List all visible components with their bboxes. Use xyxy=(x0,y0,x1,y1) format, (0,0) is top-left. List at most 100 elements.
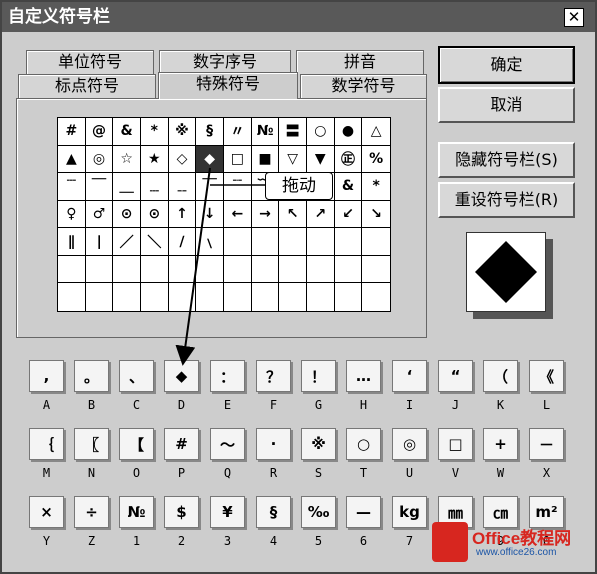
symbol-key-s[interactable]: ※ xyxy=(301,428,336,460)
symbol-cell[interactable]: ↗ xyxy=(306,200,335,229)
symbol-cell[interactable]: ㊣ xyxy=(334,145,363,174)
symbol-cell[interactable]: ∣ xyxy=(85,228,114,256)
symbol-cell[interactable] xyxy=(140,255,169,284)
symbol-cell[interactable]: ﹍ xyxy=(140,173,169,201)
symbol-key-g[interactable]: ！ xyxy=(301,360,336,392)
symbol-cell[interactable] xyxy=(334,228,363,256)
symbol-key-r[interactable]: · xyxy=(256,428,291,460)
symbol-cell[interactable]: ◇ xyxy=(168,145,197,174)
symbol-cell[interactable]: ﹉ xyxy=(58,173,86,201)
symbol-cell[interactable]: ↙ xyxy=(334,200,363,229)
symbol-key-1[interactable]: № xyxy=(119,496,154,528)
tab-numeric-ordinals[interactable]: 数字序号 xyxy=(159,50,291,74)
symbol-cell[interactable] xyxy=(335,283,363,311)
symbol-cell[interactable] xyxy=(196,283,224,311)
symbol-cell[interactable]: № xyxy=(251,118,280,146)
symbol-cell[interactable] xyxy=(223,228,252,256)
symbol-cell[interactable]: § xyxy=(196,118,224,146)
symbol-grid[interactable]: #@&*※§〃№〓○●△▲◎☆★◇◆□■▽▼㊣%﹉￣＿﹍﹎￣﹊﹋﹌﹏&*♀♂⊙⊙… xyxy=(57,117,391,312)
symbol-cell[interactable] xyxy=(306,255,335,284)
hide-symbol-bar-button[interactable]: 隐藏符号栏(S) xyxy=(438,142,575,178)
symbol-key-i[interactable]: ‘ xyxy=(392,360,427,392)
symbol-cell[interactable] xyxy=(224,283,252,311)
symbol-cell[interactable] xyxy=(334,255,363,284)
symbol-cell[interactable]: ♀ xyxy=(58,200,86,229)
symbol-key-l[interactable]: 《 xyxy=(529,360,564,392)
symbol-cell[interactable]: ☆ xyxy=(113,145,141,174)
symbol-cell[interactable] xyxy=(251,255,280,284)
symbol-key-f[interactable]: ？ xyxy=(256,360,291,392)
symbol-cell[interactable]: ⊙ xyxy=(140,200,169,229)
symbol-cell[interactable]: ★ xyxy=(140,145,169,174)
symbol-cell[interactable] xyxy=(279,255,307,284)
symbol-cell[interactable]: ※ xyxy=(168,118,197,146)
symbol-cell[interactable]: & xyxy=(113,118,141,146)
symbol-key-q[interactable]: ～ xyxy=(210,428,245,460)
symbol-cell[interactable] xyxy=(279,283,307,311)
tab-pinyin[interactable]: 拼音 xyxy=(296,50,424,74)
symbol-cell[interactable]: ∕ xyxy=(168,228,197,256)
symbol-cell[interactable]: △ xyxy=(362,118,390,146)
symbol-cell[interactable]: ￣ xyxy=(196,173,224,201)
symbol-cell[interactable]: ﹊ xyxy=(223,173,252,201)
symbol-key-k[interactable]: （ xyxy=(483,360,518,392)
tab-math-symbols[interactable]: 数学符号 xyxy=(300,74,427,98)
symbol-key-6[interactable]: — xyxy=(346,496,381,528)
symbol-key-o[interactable]: 【 xyxy=(119,428,154,460)
symbol-cell[interactable]: □ xyxy=(223,145,252,174)
symbol-cell[interactable]: % xyxy=(362,146,390,174)
symbol-key-2[interactable]: $ xyxy=(164,496,199,528)
symbol-cell[interactable]: ￣ xyxy=(85,173,114,201)
symbol-key-y[interactable]: × xyxy=(29,496,64,528)
symbol-key-4[interactable]: § xyxy=(256,496,291,528)
symbol-cell[interactable]: ← xyxy=(223,200,252,229)
symbol-key-n[interactable]: 〖 xyxy=(74,428,109,460)
symbol-cell[interactable]: ▲ xyxy=(58,145,86,174)
symbol-cell[interactable] xyxy=(141,283,169,311)
symbol-cell[interactable] xyxy=(252,283,280,311)
symbol-cell[interactable] xyxy=(113,283,141,311)
symbol-key-a[interactable]: , xyxy=(29,360,64,392)
symbol-cell[interactable]: → xyxy=(251,200,280,229)
symbol-cell[interactable] xyxy=(279,228,307,256)
symbol-cell[interactable]: ◎ xyxy=(85,145,114,174)
symbol-cell[interactable] xyxy=(113,255,141,284)
symbol-cell[interactable]: * xyxy=(140,118,169,146)
symbol-cell[interactable] xyxy=(58,283,86,311)
symbol-key-j[interactable]: “ xyxy=(438,360,473,392)
ok-button[interactable]: 确定 xyxy=(438,46,575,84)
symbol-key-3[interactable]: ¥ xyxy=(210,496,245,528)
symbol-key-m[interactable]: ｛ xyxy=(29,428,64,460)
symbol-cell[interactable]: ∥ xyxy=(58,228,86,256)
symbol-cell[interactable] xyxy=(85,255,114,284)
symbol-cell[interactable]: & xyxy=(334,173,363,201)
symbol-cell[interactable]: @ xyxy=(85,118,114,146)
symbol-cell[interactable]: 〃 xyxy=(223,118,252,146)
symbol-key-5[interactable]: ‰ xyxy=(301,496,336,528)
reset-symbol-bar-button[interactable]: 重设符号栏(R) xyxy=(438,182,575,218)
symbol-cell[interactable] xyxy=(58,255,86,284)
cancel-button[interactable]: 取消 xyxy=(438,87,575,123)
symbol-cell[interactable]: ● xyxy=(334,118,363,146)
symbol-cell[interactable]: ＿ xyxy=(113,173,141,201)
symbol-cell[interactable]: * xyxy=(362,173,390,201)
symbol-cell[interactable]: ⊙ xyxy=(113,200,141,229)
symbol-cell[interactable] xyxy=(86,283,114,311)
tab-punctuation[interactable]: 标点符号 xyxy=(18,74,156,98)
symbol-cell[interactable]: ／ xyxy=(113,228,141,256)
symbol-key-t[interactable]: ○ xyxy=(346,428,381,460)
symbol-cell[interactable] xyxy=(307,283,335,311)
symbol-cell[interactable]: ＼ xyxy=(140,228,169,256)
symbol-key-w[interactable]: + xyxy=(483,428,518,460)
symbol-cell[interactable]: ↖ xyxy=(279,200,307,229)
symbol-cell[interactable]: ﹨ xyxy=(196,228,224,256)
symbol-cell[interactable]: ■ xyxy=(251,145,280,174)
symbol-key-x[interactable]: － xyxy=(529,428,564,460)
symbol-cell[interactable]: ﹎ xyxy=(168,173,197,201)
symbol-cell[interactable] xyxy=(196,255,224,284)
symbol-key-u[interactable]: ◎ xyxy=(392,428,427,460)
symbol-cell[interactable]: ↑ xyxy=(168,200,197,229)
symbol-cell[interactable]: 〓 xyxy=(279,118,307,146)
symbol-cell[interactable]: # xyxy=(58,118,86,146)
symbol-cell[interactable] xyxy=(362,283,390,311)
